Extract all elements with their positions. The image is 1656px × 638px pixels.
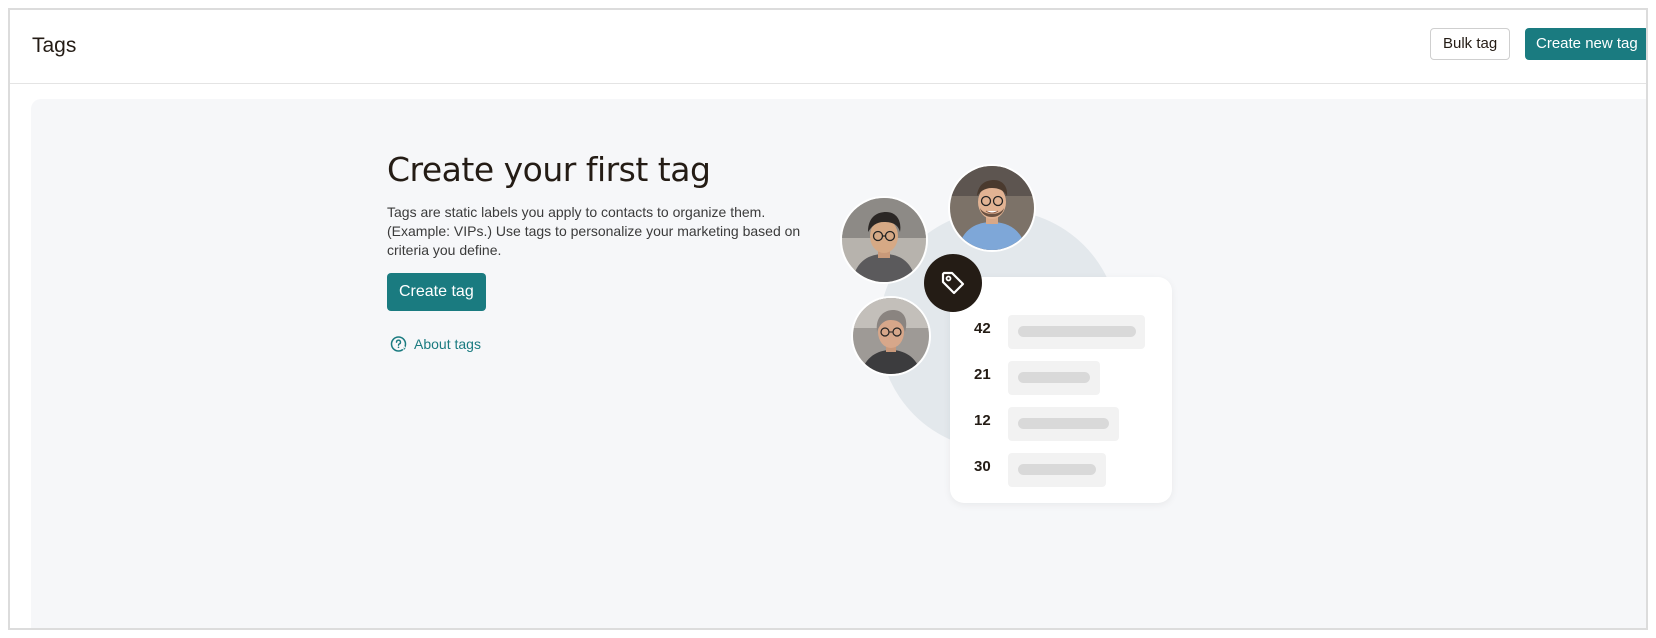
about-tags-link[interactable]: About tags: [390, 335, 481, 353]
page-title: Tags: [32, 34, 77, 57]
empty-state-heading: Create your first tag: [387, 150, 711, 189]
page-header: Tags Bulk tag Create new tag: [10, 10, 1646, 84]
empty-state-panel: [31, 99, 1646, 628]
create-tag-button[interactable]: Create tag: [387, 273, 486, 311]
create-new-tag-button[interactable]: Create new tag: [1525, 28, 1646, 60]
app-frame: Tags Bulk tag Create new tag: [8, 8, 1648, 630]
about-tags-label: About tags: [414, 336, 481, 352]
help-sparkle-icon: [390, 336, 408, 352]
bulk-tag-button[interactable]: Bulk tag: [1430, 28, 1511, 60]
empty-state-description: Tags are static labels you apply to cont…: [387, 204, 801, 258]
